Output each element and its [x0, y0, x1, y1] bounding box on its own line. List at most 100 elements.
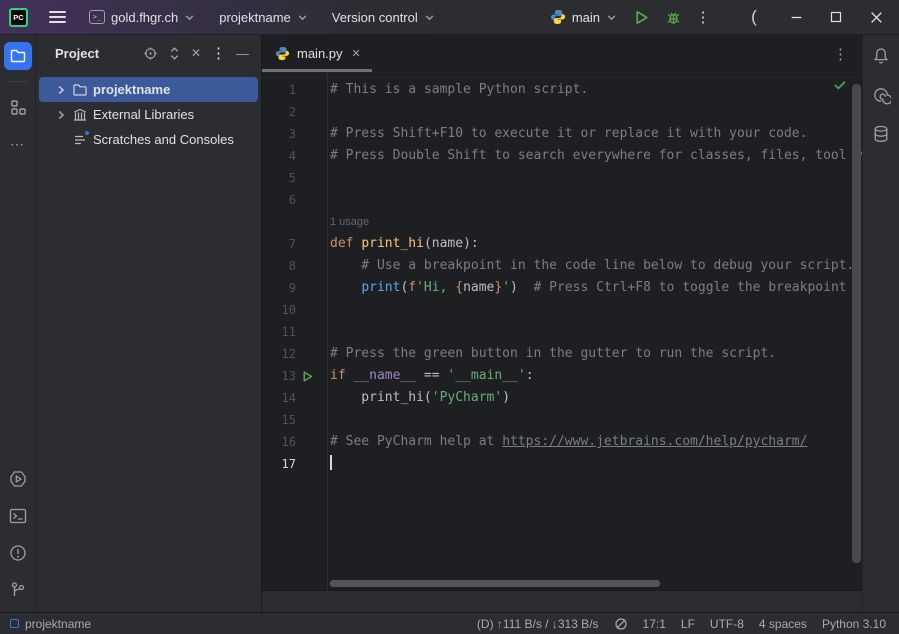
line-number[interactable]: 6	[262, 189, 296, 211]
line-number[interactable]: 8	[262, 255, 296, 277]
run-button[interactable]	[629, 5, 653, 29]
code-line[interactable]: 15	[262, 409, 862, 431]
chevron-down-icon	[184, 12, 195, 23]
code-line-text[interactable]: print(f'Hi, {name}') # Press Ctrl+F8 to …	[327, 277, 847, 299]
line-number[interactable]: 1	[262, 79, 296, 101]
more-tool-windows-button[interactable]: ⋯	[4, 130, 32, 158]
services-tool-button[interactable]	[4, 465, 32, 493]
tree-item-label: Scratches and Consoles	[93, 132, 234, 147]
locate-file-button[interactable]	[143, 46, 158, 61]
code-line-text[interactable]: # Press Double Shift to search everywher…	[327, 145, 862, 167]
code-line[interactable]: 11	[262, 321, 862, 343]
line-number[interactable]: 16	[262, 431, 296, 453]
line-number[interactable]: 14	[262, 387, 296, 409]
remote-host-label: gold.fhgr.ch	[111, 10, 178, 25]
library-icon	[72, 107, 88, 123]
line-number[interactable]: 5	[262, 167, 296, 189]
code-line[interactable]: 2	[262, 101, 862, 123]
code-line[interactable]: 4 # Press Double Shift to search everywhe…	[262, 145, 862, 167]
database-button[interactable]	[871, 124, 891, 144]
code-line[interactable]: 7 def print_hi(name):	[262, 233, 862, 255]
network-stats-widget[interactable]: (D) ↑111 B/s / ↓313 B/s	[477, 617, 599, 631]
project-menu[interactable]: projektname	[215, 6, 312, 29]
line-separator-widget[interactable]: LF	[681, 617, 695, 631]
main-menu-button[interactable]	[45, 7, 70, 27]
interpreter-widget[interactable]: Python 3.10	[822, 617, 886, 631]
line-number[interactable]: 15	[262, 409, 296, 431]
hide-panel-button[interactable]: —	[236, 46, 249, 61]
code-line[interactable]: 6	[262, 189, 862, 211]
line-number[interactable]: 7	[262, 233, 296, 255]
line-number[interactable]: 3	[262, 123, 296, 145]
editor-options-button[interactable]: ⋮	[833, 45, 848, 63]
chevron-right-icon[interactable]	[55, 109, 67, 121]
code-line-text[interactable]: # This is a sample Python script.	[327, 79, 588, 101]
problems-tool-button[interactable]	[4, 539, 32, 567]
debug-button[interactable]	[661, 5, 685, 29]
run-configuration-selector[interactable]: main	[546, 5, 621, 29]
code-line[interactable]: 3 # Press Shift+F10 to execute it or repl…	[262, 123, 862, 145]
tree-item-external-libraries[interactable]: External Libraries	[39, 102, 258, 127]
close-button[interactable]	[863, 4, 889, 30]
horizontal-scrollbar[interactable]	[330, 580, 660, 587]
usage-inlay-row[interactable]: 1 usage	[262, 211, 862, 233]
minimize-button[interactable]	[783, 4, 809, 30]
code-line[interactable]: 8 # Use a breakpoint in the code line be…	[262, 255, 862, 277]
vertical-scrollbar[interactable]	[852, 84, 861, 563]
chevron-down-icon	[297, 12, 308, 23]
code-line-text[interactable]: # Press the green button in the gutter t…	[327, 343, 776, 365]
close-tab-icon[interactable]: ✕	[352, 47, 361, 60]
tree-item-scratches[interactable]: Scratches and Consoles	[39, 127, 258, 152]
version-control-menu[interactable]: Version control	[328, 6, 439, 29]
highlighting-off-icon[interactable]	[614, 617, 628, 631]
structure-tool-button[interactable]	[4, 93, 32, 121]
more-actions-button[interactable]: ⋮	[691, 5, 715, 29]
line-number[interactable]: 2	[262, 101, 296, 123]
notifications-bell-button[interactable]	[871, 46, 891, 66]
code-line[interactable]: 14 print_hi('PyCharm')	[262, 387, 862, 409]
code-line[interactable]: 5	[262, 167, 862, 189]
code-line[interactable]: 16 # See PyCharm help at https://www.jetb…	[262, 431, 862, 453]
code-line-text[interactable]: print_hi('PyCharm')	[327, 387, 510, 409]
code-editor[interactable]: 1 # This is a sample Python script. 23 # Pr…	[262, 73, 862, 590]
line-number[interactable]: 9	[262, 277, 296, 299]
line-number[interactable]: 17	[262, 453, 296, 475]
tree-item-projektname[interactable]: projektname	[39, 77, 258, 102]
run-line-gutter-icon[interactable]	[296, 365, 327, 387]
line-number[interactable]: 4	[262, 145, 296, 167]
code-line[interactable]: 17	[262, 453, 862, 475]
ai-assistant-button[interactable]	[871, 85, 891, 105]
theme-crescent-button[interactable]: (	[741, 4, 767, 30]
line-number[interactable]: 11	[262, 321, 296, 343]
code-line[interactable]: 13 if __name__ == '__main__':	[262, 365, 862, 387]
panel-options-button[interactable]: ⋮	[211, 44, 226, 62]
code-line-text[interactable]: # Press Shift+F10 to execute it or repla…	[327, 123, 807, 145]
expand-all-button[interactable]	[168, 46, 181, 61]
line-number[interactable]: 13	[262, 365, 296, 387]
code-line[interactable]: 1 # This is a sample Python script.	[262, 79, 862, 101]
git-tool-button[interactable]	[4, 576, 32, 604]
terminal-tool-button[interactable]	[4, 502, 32, 530]
tab-main-py[interactable]: main.py ✕	[262, 35, 372, 72]
indent-widget[interactable]: 4 spaces	[759, 617, 807, 631]
encoding-widget[interactable]: UTF-8	[710, 617, 744, 631]
project-tool-button[interactable]	[4, 42, 32, 70]
code-line-text[interactable]: # Use a breakpoint in the code line belo…	[327, 255, 854, 277]
code-line[interactable]: 9 print(f'Hi, {name}') # Press Ctrl+F8 t…	[262, 277, 862, 299]
usage-inlay-hint[interactable]: 1 usage	[262, 211, 369, 233]
code-line[interactable]: 10	[262, 299, 862, 321]
line-number[interactable]: 10	[262, 299, 296, 321]
remote-host-menu[interactable]: >_ gold.fhgr.ch	[85, 6, 199, 29]
inspections-ok-check-icon[interactable]	[833, 78, 847, 92]
caret-position-widget[interactable]: 17:1	[643, 617, 666, 631]
chevron-right-icon[interactable]	[55, 84, 67, 96]
maximize-button[interactable]	[823, 4, 849, 30]
code-line[interactable]: 12 # Press the green button in the gutter…	[262, 343, 862, 365]
folder-icon	[9, 47, 27, 65]
collapse-all-button[interactable]: ✕	[191, 46, 201, 60]
code-line-text[interactable]: # See PyCharm help at https://www.jetbra…	[327, 431, 807, 453]
code-line-text[interactable]: def print_hi(name):	[327, 233, 479, 255]
line-number[interactable]: 12	[262, 343, 296, 365]
status-project-widget[interactable]: projektname	[10, 617, 91, 631]
code-line-text[interactable]: if __name__ == '__main__':	[327, 365, 534, 387]
